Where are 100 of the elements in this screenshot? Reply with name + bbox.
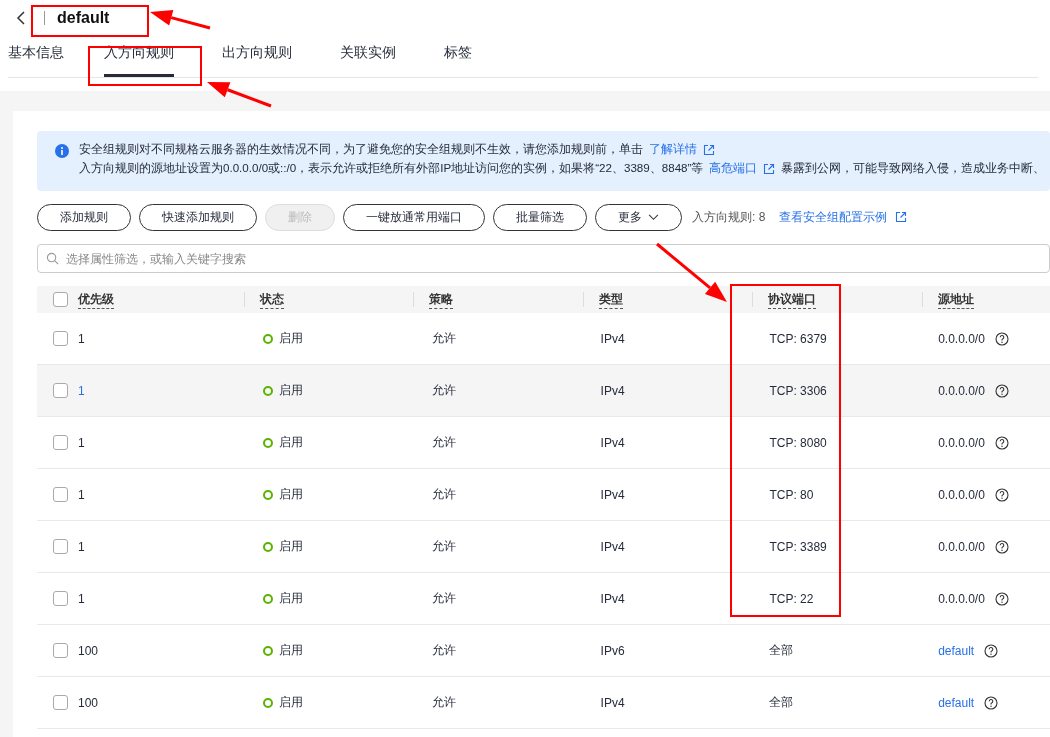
- checkbox[interactable]: [53, 292, 68, 307]
- back-icon[interactable]: [16, 11, 26, 25]
- notice-text: 安全组规则对不同规格云服务器的生效情况不同，为了避免您的安全组规则不生效，请您添加规则前，单击: [79, 142, 643, 157]
- checkbox[interactable]: [53, 487, 68, 502]
- button[interactable]: 快速添加规则: [139, 203, 257, 231]
- table-cell: 1: [78, 383, 85, 398]
- checkbox[interactable]: [53, 591, 68, 606]
- link[interactable]: 高危端口: [709, 161, 758, 176]
- checkbox[interactable]: [53, 695, 68, 710]
- table-row[interactable]: 100 启用 允许 IPv4 全部 default: [37, 677, 1050, 729]
- table-cell: 100: [78, 643, 99, 658]
- table-cell: 启用: [279, 486, 304, 503]
- status-ring-icon: [263, 645, 274, 656]
- table-row[interactable]: 100 启用 允许 IPv6 全部 default: [37, 625, 1050, 677]
- checkbox[interactable]: [53, 435, 68, 450]
- table-cell: 0.0.0.0/0: [938, 383, 985, 398]
- dropdown-button[interactable]: 更多: [595, 203, 682, 231]
- table-cell: 启用: [279, 538, 304, 555]
- table-cell: 0.0.0.0/0: [938, 331, 985, 346]
- table-row[interactable]: 1 启用 允许 IPv4 TCP: 80 0.0.0.0/0: [37, 469, 1050, 521]
- external-link-icon[interactable]: [895, 211, 908, 223]
- table-cell: 启用: [279, 590, 304, 607]
- table-cell: 允许: [431, 590, 456, 607]
- table-cell: IPv4: [600, 539, 625, 554]
- column-header: 源地址: [937, 290, 974, 309]
- notice-text: 入方向规则的源地址设置为0.0.0.0/0或::/0，表示允许或拒绝所有外部IP地址访问您的实例，如果将“22、3389、8848”等: [79, 161, 704, 176]
- table-cell: 启用: [279, 382, 304, 399]
- link[interactable]: default: [938, 643, 975, 658]
- checkbox[interactable]: [53, 643, 68, 658]
- table-cell: 0.0.0.0/0: [938, 539, 985, 554]
- button[interactable]: 添加规则: [37, 203, 131, 231]
- notice-text: 暴露到公网，可能导致网络入侵，造成业务中断、: [781, 161, 1046, 176]
- link[interactable]: 查看安全组配置示例: [779, 208, 888, 226]
- status-ring-icon: [263, 593, 274, 604]
- table-cell: 允许: [431, 486, 456, 503]
- annotation-arrow: [656, 242, 727, 302]
- table-cell: 允许: [431, 434, 456, 451]
- search-icon: [46, 252, 59, 265]
- table-cell: 启用: [279, 434, 304, 451]
- table-cell: 全部: [769, 694, 794, 711]
- help-icon[interactable]: [994, 435, 1009, 450]
- table-cell: IPv4: [600, 435, 625, 450]
- tab[interactable]: 标签: [444, 36, 472, 77]
- help-icon[interactable]: [994, 539, 1009, 554]
- tab[interactable]: 关联实例: [340, 36, 396, 77]
- column-header: 类型: [598, 290, 623, 309]
- caret-icon: [648, 213, 659, 221]
- table-cell: TCP: 80: [769, 487, 814, 502]
- table-row[interactable]: 1 启用 允许 IPv4 TCP: 3389 0.0.0.0/0: [37, 521, 1050, 573]
- status-ring-icon: [263, 489, 274, 500]
- table-cell: 100: [78, 695, 99, 710]
- external-link-icon[interactable]: [703, 143, 715, 156]
- button[interactable]: 批量筛选: [493, 203, 587, 231]
- table-cell: IPv4: [600, 591, 625, 606]
- table-cell: TCP: 8080: [769, 435, 827, 450]
- table-row[interactable]: 1 启用 允许 IPv4 TCP: 22 0.0.0.0/0: [37, 573, 1050, 625]
- table-cell: 0.0.0.0/0: [938, 435, 985, 450]
- annotation-arrow: [207, 82, 272, 108]
- help-icon[interactable]: [994, 331, 1009, 346]
- checkbox[interactable]: [53, 539, 68, 554]
- tab[interactable]: 基本信息: [8, 36, 64, 77]
- help-icon[interactable]: [984, 695, 999, 710]
- table-row[interactable]: 1 启用 允许 IPv4 TCP: 8080 0.0.0.0/0: [37, 417, 1050, 469]
- status-ring-icon: [263, 437, 274, 448]
- rule-count: 入方向规则: 8: [692, 208, 766, 226]
- link[interactable]: 了解详情: [649, 142, 697, 157]
- table-cell: 1: [78, 331, 85, 346]
- table-cell: TCP: 6379: [769, 331, 827, 346]
- table-cell: 启用: [279, 694, 304, 711]
- status-ring-icon: [263, 541, 274, 552]
- help-icon[interactable]: [994, 591, 1009, 606]
- help-icon[interactable]: [984, 643, 999, 658]
- table-cell: TCP: 3389: [769, 539, 827, 554]
- help-icon[interactable]: [994, 383, 1009, 398]
- table-cell: 1: [78, 539, 85, 554]
- info-icon: [55, 144, 69, 158]
- status-ring-icon: [263, 385, 274, 396]
- link[interactable]: default: [938, 695, 975, 710]
- table-cell: 启用: [279, 330, 304, 347]
- table-cell: 1: [78, 487, 85, 502]
- tab[interactable]: 出方向规则: [222, 36, 292, 77]
- checkbox[interactable]: [53, 383, 68, 398]
- table-cell: IPv6: [600, 643, 625, 658]
- table-cell: TCP: 22: [769, 591, 814, 606]
- help-icon[interactable]: [994, 487, 1009, 502]
- table-cell: 允许: [431, 382, 456, 399]
- external-link-icon[interactable]: [763, 162, 776, 175]
- checkbox[interactable]: [53, 331, 68, 346]
- button[interactable]: 一键放通常用端口: [343, 203, 485, 231]
- table-cell: 0.0.0.0/0: [938, 591, 985, 606]
- table-row[interactable]: 1 启用 允许 IPv4 TCP: 3306 0.0.0.0/0: [37, 365, 1050, 417]
- table-cell: 允许: [431, 538, 456, 555]
- table-cell: TCP: 3306: [769, 383, 827, 398]
- table-cell: 允许: [431, 642, 456, 659]
- table-cell: 1: [78, 435, 85, 450]
- table-cell: 1: [78, 591, 85, 606]
- table-cell: 允许: [431, 330, 456, 347]
- table-cell: IPv4: [600, 383, 625, 398]
- search-field[interactable]: 选择属性筛选，或输入关键字搜索: [37, 244, 1050, 273]
- table-cell: IPv4: [600, 331, 625, 346]
